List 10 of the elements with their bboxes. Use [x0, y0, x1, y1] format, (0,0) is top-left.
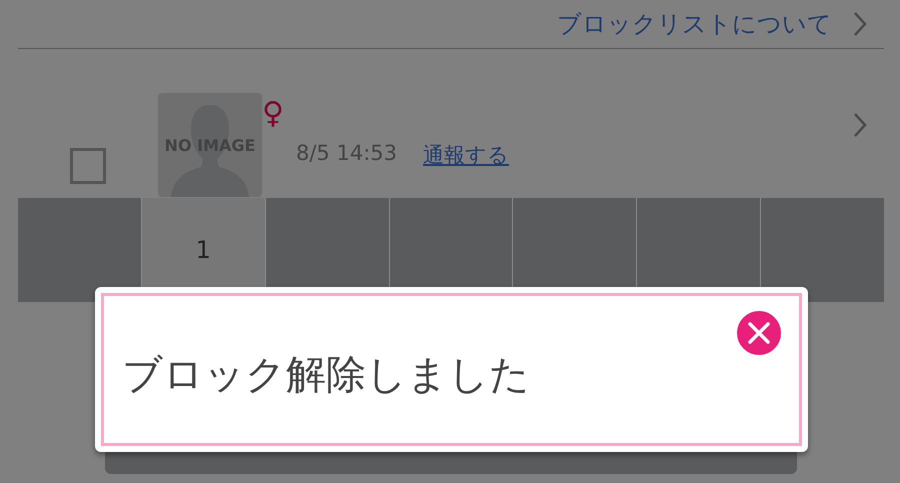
- report-link[interactable]: 通報する: [423, 141, 509, 169]
- chevron-right-icon: [852, 11, 868, 37]
- checkbox[interactable]: [70, 148, 106, 184]
- gender-symbol: ♀: [262, 97, 285, 131]
- block-time: 8/5 14:53: [296, 141, 397, 167]
- block-list-info-link[interactable]: ブロックリストについて: [557, 8, 832, 40]
- page-button[interactable]: [761, 198, 884, 302]
- dialog-message: ブロック解除しました: [122, 351, 530, 400]
- page-button[interactable]: [18, 198, 141, 302]
- close-icon[interactable]: [735, 309, 783, 357]
